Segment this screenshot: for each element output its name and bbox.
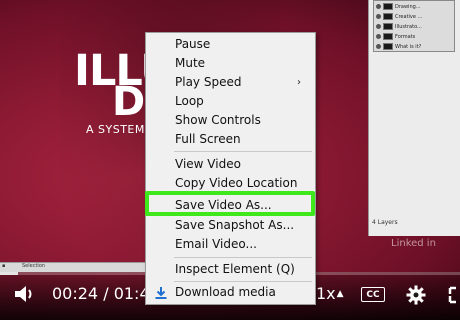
playback-speed-button[interactable]: 1x▲	[316, 284, 344, 303]
layers-panel: Drawing... Creative ... Illustrato... Fo…	[373, 0, 455, 52]
menu-separator	[174, 281, 312, 282]
caret-up-icon: ▲	[336, 289, 344, 299]
time-display: 00:24 / 01:40	[52, 284, 160, 303]
layer-label: Creative ...	[395, 13, 423, 20]
gear-icon[interactable]	[406, 285, 426, 305]
fullscreen-icon[interactable]	[448, 286, 460, 304]
menu-item-full-screen[interactable]: Full Screen	[146, 130, 315, 149]
menu-item-email-video[interactable]: Email Video...	[146, 235, 315, 254]
save-video-highlight	[145, 191, 315, 216]
inset-screenshot: Drawing... Creative ... Illustrato... Fo…	[368, 0, 460, 236]
layer-row: Drawing...	[376, 2, 452, 11]
menu-item-label: Play Speed	[175, 75, 242, 89]
time-separator: /	[103, 284, 109, 303]
menu-item-download-media[interactable]: Download media	[146, 283, 315, 302]
menu-item-pause[interactable]: Pause	[146, 35, 315, 54]
context-menu: Pause Mute Play Speed › Loop Show Contro…	[145, 32, 316, 305]
layer-label: What is it?	[395, 43, 422, 50]
slide-title-line2: D	[112, 79, 146, 125]
layer-row: What is it?	[376, 42, 452, 51]
download-icon	[155, 287, 167, 299]
watermark-logo: Linked in	[391, 238, 436, 249]
menu-separator	[174, 257, 312, 258]
menu-item-inspect-element[interactable]: Inspect Element (Q)	[146, 260, 315, 279]
menu-item-mute[interactable]: Mute	[146, 54, 315, 73]
volume-icon[interactable]	[13, 283, 37, 305]
menu-item-save-snapshot-as[interactable]: Save Snapshot As...	[146, 216, 315, 235]
eye-icon	[376, 4, 381, 9]
strip-label: Selection	[22, 263, 46, 269]
layer-thumbnail	[383, 33, 393, 40]
strip-indicator: ▪	[2, 263, 6, 269]
progress-fill	[0, 272, 19, 275]
eye-icon	[376, 34, 381, 39]
menu-item-view-video[interactable]: View Video	[146, 155, 315, 174]
menu-item-show-controls[interactable]: Show Controls	[146, 111, 315, 130]
slide-subtitle: A SYSTEMA	[86, 123, 153, 136]
chevron-right-icon: ›	[297, 77, 301, 88]
speed-value: 1x	[316, 284, 336, 303]
layers-count-label: 4 Layers	[372, 219, 398, 226]
eye-icon	[376, 44, 381, 49]
layer-row: Illustrato...	[376, 22, 452, 31]
layer-thumbnail	[383, 13, 393, 20]
eye-icon	[376, 24, 381, 29]
layer-row: Formats	[376, 32, 452, 41]
layer-thumbnail	[383, 43, 393, 50]
layer-thumbnail	[383, 3, 393, 10]
layer-thumbnail	[383, 23, 393, 30]
menu-separator	[174, 151, 312, 152]
menu-item-play-speed[interactable]: Play Speed ›	[146, 73, 315, 92]
layer-label: Illustrato...	[395, 23, 422, 30]
layer-label: Drawing...	[395, 3, 421, 10]
closed-captions-button[interactable]: CC	[361, 287, 385, 302]
eye-icon	[376, 14, 381, 19]
layer-row: Creative ...	[376, 12, 452, 21]
app-status-strip: ▪ Selection	[0, 262, 145, 272]
current-time: 00:24	[52, 284, 99, 303]
menu-item-label: Download media	[175, 285, 276, 299]
layer-label: Formats	[395, 33, 416, 40]
menu-item-loop[interactable]: Loop	[146, 92, 315, 111]
